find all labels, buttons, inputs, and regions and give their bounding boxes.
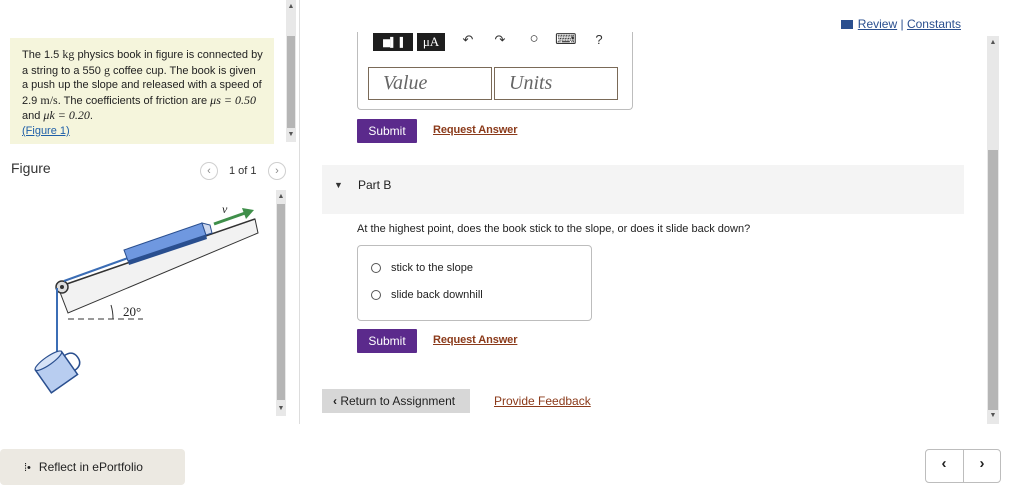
help-icon[interactable]: ?: [589, 33, 609, 47]
return-label: Return to Assignment: [340, 394, 456, 408]
unit-ms: m/s: [40, 92, 58, 107]
part-b-submit-button[interactable]: Submit: [357, 329, 417, 353]
unit-g: g: [103, 62, 110, 77]
figure-link[interactable]: (Figure 1): [22, 125, 70, 137]
return-to-assignment-button[interactable]: ‹ Return to Assignment: [322, 389, 470, 413]
link-separator: |: [900, 17, 904, 31]
part-a-submit-button[interactable]: Submit: [357, 119, 417, 143]
main-scrollbar-thumb[interactable]: [988, 150, 998, 410]
value-input[interactable]: Value: [368, 67, 492, 100]
panel-divider: [299, 0, 300, 424]
scroll-up-icon[interactable]: ▲: [987, 38, 999, 48]
scroll-up-icon[interactable]: ▲: [276, 192, 286, 202]
figure-next-button[interactable]: ›: [268, 162, 286, 180]
scroll-down-icon[interactable]: ▼: [286, 130, 296, 140]
keyboard-icon[interactable]: ⌨: [555, 32, 577, 47]
figure-diagram: v⃗ 20°: [34, 202, 259, 394]
figure-scrollbar-thumb[interactable]: [277, 204, 285, 400]
header-links: Review | Constants: [840, 17, 961, 31]
collapse-caret-icon: ▼: [334, 180, 343, 190]
scroll-up-icon[interactable]: ▲: [286, 2, 296, 12]
mu-static: μs = 0.50: [210, 92, 256, 107]
units-input[interactable]: Units: [494, 67, 618, 100]
figure-heading: Figure: [11, 160, 51, 176]
figure-prev-button[interactable]: ‹: [200, 162, 218, 180]
problem-statement: The 1.5 kg physics book in figure is con…: [10, 38, 274, 144]
reset-icon[interactable]: ○: [524, 31, 544, 46]
velocity-label: v⃗: [222, 202, 237, 216]
angle-label: 20°: [123, 304, 141, 319]
problem-text: The 1.5: [22, 49, 60, 61]
radio-stick[interactable]: [371, 263, 381, 273]
part-b-request-answer-link[interactable]: Request Answer: [433, 334, 517, 346]
book-icon: [840, 20, 853, 29]
chevron-left-icon: ‹: [333, 394, 337, 408]
part-b-question: At the highest point, does the book stic…: [357, 223, 751, 235]
part-b-title: Part B: [358, 178, 392, 192]
constants-link[interactable]: Constants: [907, 17, 961, 31]
part-b-header[interactable]: ▼ Part B: [322, 165, 964, 214]
share-icon: ⁞•: [24, 462, 31, 474]
prev-page-button[interactable]: ‹: [926, 455, 962, 472]
choice-stick-label[interactable]: stick to the slope: [391, 262, 473, 274]
problem-scrollbar-thumb[interactable]: [287, 36, 295, 128]
choice-slide-label[interactable]: slide back downhill: [391, 289, 483, 301]
redo-icon[interactable]: ↷: [490, 33, 510, 47]
mu-a-icon[interactable]: μA: [417, 33, 445, 51]
scroll-down-icon[interactable]: ▼: [276, 404, 286, 414]
next-page-button[interactable]: ›: [964, 455, 1000, 472]
problem-text: .: [89, 110, 93, 123]
unit-kg: kg: [62, 47, 75, 61]
scroll-down-icon[interactable]: ▼: [987, 411, 999, 421]
part-a-request-answer-link[interactable]: Request Answer: [433, 124, 517, 136]
page-nav-group: ‹ ›: [925, 449, 1001, 483]
reflect-eportfolio-button[interactable]: ⁞• Reflect in ePortfolio: [0, 449, 185, 485]
reflect-label: Reflect in ePortfolio: [38, 460, 143, 474]
review-link[interactable]: Review: [858, 17, 897, 31]
radio-slide[interactable]: [371, 290, 381, 300]
choice-group: [357, 245, 592, 321]
matrix-template-icon[interactable]: ▆▌▐: [373, 33, 413, 51]
provide-feedback-link[interactable]: Provide Feedback: [494, 394, 591, 408]
undo-icon[interactable]: ↶: [458, 33, 478, 47]
problem-text: and: [22, 110, 41, 123]
problem-text: . The coefficients of friction are: [57, 94, 208, 107]
mu-kinetic: μk = 0.20: [43, 108, 90, 123]
figure-pager-count: 1 of 1: [229, 165, 257, 177]
